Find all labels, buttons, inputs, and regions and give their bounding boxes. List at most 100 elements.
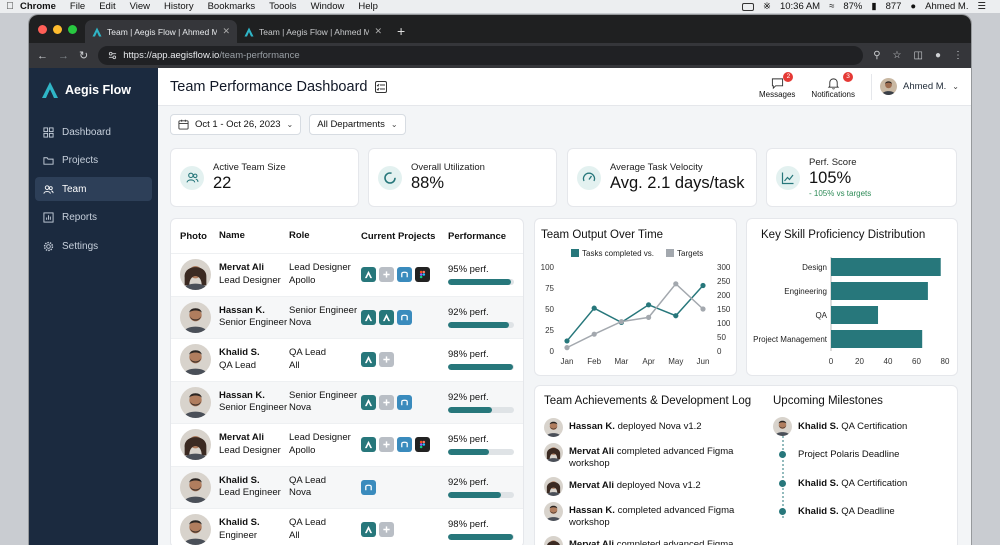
data-point[interactable] — [673, 313, 679, 319]
milestone-item[interactable]: Khalid S. QA Deadline — [773, 504, 953, 520]
table-row[interactable]: Khalid S. Engineer QA Lead All 98% perf. — [171, 508, 523, 545]
data-point[interactable] — [564, 338, 570, 344]
battery-icon[interactable]: ▮ — [871, 1, 876, 12]
column-header[interactable]: Photo — [180, 231, 219, 242]
log-item[interactable]: Mervat Ali deployed Nova v1.2 — [544, 477, 759, 502]
project-grey-icon[interactable] — [379, 437, 394, 453]
log-item[interactable]: Mervat Ali completed advanced Figma — [544, 536, 759, 545]
browser-tab-active[interactable]: Team | Aegis Flow | Ahmed M. ✕ — [85, 20, 237, 43]
member-name[interactable]: Hassan K. — [219, 305, 289, 318]
notifications-button[interactable]: 3 Notifications — [811, 71, 855, 99]
column-header[interactable]: Performance — [448, 231, 520, 242]
apple-icon[interactable]:  — [0, 1, 20, 12]
forward-icon[interactable]: → — [58, 50, 69, 62]
side-panel-icon[interactable]: ◫ — [914, 50, 923, 61]
menu-edit[interactable]: Edit — [99, 1, 115, 12]
data-point[interactable] — [591, 331, 597, 337]
menu-help[interactable]: Help — [358, 1, 378, 12]
brand[interactable]: Aegis Flow — [29, 78, 158, 102]
table-row[interactable]: Hassan K. Senior Engineer Senior Engineer N… — [171, 380, 523, 423]
log-item[interactable]: Hassan K. deployed Nova v1.2 — [544, 418, 759, 443]
project-teal-icon[interactable] — [361, 309, 376, 325]
menu-window[interactable]: Window — [311, 1, 345, 12]
data-point[interactable] — [591, 305, 597, 311]
menu-history[interactable]: History — [164, 1, 194, 12]
member-name[interactable]: Mervat Ali — [219, 262, 289, 275]
reload-icon[interactable]: ↻ — [79, 49, 88, 62]
user-icon[interactable]: ● — [910, 1, 916, 12]
back-icon[interactable]: ← — [37, 50, 48, 62]
checklist-icon[interactable] — [375, 80, 388, 93]
user-menu[interactable]: Ahmed M. ⌄ — [871, 73, 971, 100]
project-figma-icon[interactable] — [415, 267, 430, 283]
project-blue-icon[interactable] — [397, 437, 412, 453]
project-grey-icon[interactable] — [379, 267, 394, 283]
close-window-button[interactable] — [38, 25, 47, 34]
project-figma-icon[interactable] — [415, 437, 430, 453]
bar[interactable] — [831, 258, 941, 276]
zoom-window-button[interactable] — [68, 25, 77, 34]
log-item[interactable]: Hassan K. completed advanced Figma works… — [544, 502, 759, 536]
column-header[interactable]: Name — [219, 230, 289, 243]
log-item[interactable]: Mervat Ali completed advanced Figma work… — [544, 443, 759, 477]
data-point[interactable] — [673, 281, 679, 287]
more-menu-icon[interactable]: ⋮ — [953, 50, 963, 61]
bar[interactable] — [831, 330, 923, 348]
project-teal-icon[interactable] — [361, 522, 376, 538]
sidebar-item-settings[interactable]: Settings — [35, 234, 152, 258]
milestone-item[interactable]: Khalid S. QA Certification — [773, 475, 953, 491]
bookmark-star-icon[interactable]: ☆ — [893, 50, 902, 61]
data-point[interactable] — [700, 306, 706, 312]
minimize-window-button[interactable] — [53, 25, 62, 34]
tab-close-icon[interactable]: ✕ — [222, 26, 230, 37]
battery-percent[interactable]: 87% — [843, 1, 862, 12]
project-teal-icon[interactable] — [361, 437, 376, 453]
project-teal-icon[interactable] — [361, 267, 376, 283]
project-teal-icon[interactable] — [361, 394, 376, 410]
bar[interactable] — [831, 282, 928, 300]
milestone-item[interactable]: Khalid S. QA Certification — [773, 416, 953, 436]
bar[interactable] — [831, 306, 879, 324]
sidebar-item-dashboard[interactable]: Dashboard — [35, 120, 152, 144]
wifi-icon[interactable]: ≈ — [829, 1, 834, 12]
member-name[interactable]: Khalid S. — [219, 347, 289, 360]
date-range-select[interactable]: Oct 1 - Oct 26, 2023 ⌄ — [170, 114, 302, 135]
new-tab-icon[interactable]: + — [397, 23, 405, 39]
member-name[interactable]: Khalid S. — [219, 517, 289, 530]
project-teal-icon[interactable] — [379, 309, 394, 325]
url-bar[interactable]: https://app.aegisflow.io/team-performanc… — [98, 46, 864, 65]
milestone-item[interactable]: Project Polaris Deadline — [773, 447, 953, 463]
menu-app-name[interactable]: Chrome — [20, 1, 56, 12]
menu-bookmarks[interactable]: Bookmarks — [208, 1, 256, 12]
sidebar-item-team[interactable]: Team — [35, 177, 152, 201]
menu-file[interactable]: File — [70, 1, 85, 12]
data-point[interactable] — [564, 345, 570, 351]
data-point[interactable] — [618, 319, 624, 325]
data-point[interactable] — [700, 282, 706, 289]
data-point[interactable] — [646, 302, 652, 308]
messages-button[interactable]: 2 Messages — [759, 71, 795, 99]
browser-tab[interactable]: Team | Aegis Flow | Ahmed M. ✕ — [237, 20, 389, 43]
project-blue-icon[interactable] — [397, 394, 412, 410]
project-grey-icon[interactable] — [379, 352, 394, 368]
project-blue-icon[interactable] — [397, 267, 412, 283]
project-grey-icon[interactable] — [379, 522, 394, 538]
project-blue-icon[interactable] — [361, 479, 376, 495]
table-row[interactable]: Khalid S. QA Lead QA Lead All 98% perf. — [171, 338, 523, 381]
tab-close-icon[interactable]: ✕ — [374, 26, 382, 37]
project-teal-icon[interactable] — [361, 352, 376, 368]
menu-tools[interactable]: Toools — [269, 1, 296, 12]
screen-icon[interactable] — [741, 2, 754, 11]
department-select[interactable]: All Departments ⌄ — [309, 114, 406, 135]
column-header[interactable]: Role — [289, 230, 361, 243]
data-point[interactable] — [646, 314, 652, 320]
sidebar-item-projects[interactable]: Projects — [35, 149, 152, 173]
control-center-icon[interactable]: ☰ — [977, 1, 986, 12]
member-name[interactable]: Khalid S. — [219, 475, 289, 488]
project-blue-icon[interactable] — [397, 309, 412, 325]
bluetooth-icon[interactable]: ※ — [763, 1, 771, 12]
table-row[interactable]: Hassan K. Senior Engineer Senior Engineer N… — [171, 295, 523, 338]
column-header[interactable]: Current Projects — [361, 231, 448, 242]
member-name[interactable]: Mervat Ali — [219, 432, 289, 445]
profile-icon[interactable]: ● — [935, 50, 941, 61]
